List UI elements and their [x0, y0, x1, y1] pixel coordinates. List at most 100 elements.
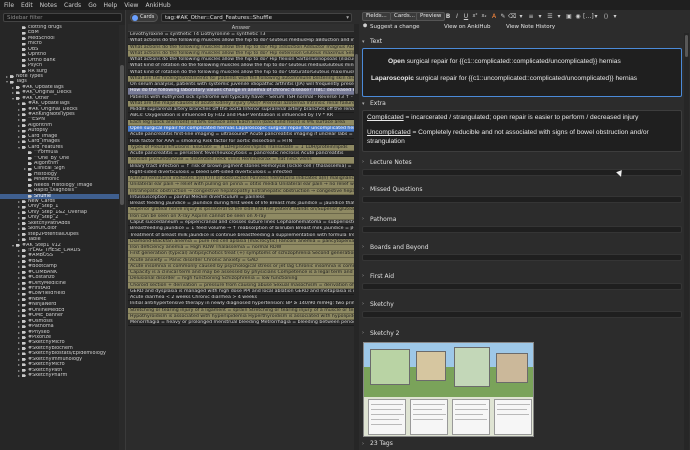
scrollbar-thumb[interactable]: [120, 65, 124, 205]
chevron-down-icon[interactable]: ▾: [362, 37, 370, 47]
bold-icon[interactable]: B: [444, 12, 452, 21]
chevron-down-icon[interactable]: ▾: [6, 79, 10, 84]
lecture-notes-field-header[interactable]: › Lecture Notes: [362, 158, 682, 167]
cloze-icon[interactable]: […]: [583, 12, 594, 21]
sidebar-tree-item[interactable]: ▸ #SketchyPharm: [0, 373, 119, 378]
doc-line: [371, 414, 404, 415]
tag-icon: [22, 238, 26, 242]
cards-notes-toggle[interactable]: Cards: [130, 12, 158, 22]
text-color-icon[interactable]: A: [490, 12, 498, 21]
tag-icon: [10, 75, 14, 79]
eraser-icon[interactable]: ⌫: [508, 12, 516, 21]
chevron-down-icon[interactable]: ▾: [346, 14, 351, 21]
table-scrollbar[interactable]: [354, 24, 359, 450]
tags-header[interactable]: › 23 Tags: [362, 439, 682, 449]
table-row[interactable]: Menorrhagia = heavy or prolonged menstru…: [128, 320, 354, 327]
highlight-icon[interactable]: ✎: [499, 12, 507, 21]
missed-questions-field-header[interactable]: › Missed Questions: [362, 185, 682, 194]
tag-icon: [22, 37, 26, 41]
first-aid-field-header[interactable]: › First Aid: [362, 272, 682, 281]
chevron-down-icon[interactable]: ▾: [362, 99, 370, 109]
missed-questions-field-editor[interactable]: [362, 196, 682, 203]
menu-cards[interactable]: Cards: [64, 2, 81, 9]
underline-icon[interactable]: U: [462, 12, 470, 21]
chevron-right-icon[interactable]: ›: [362, 215, 370, 224]
boards-and-beyond-field-editor[interactable]: [362, 254, 682, 261]
tag-icon: [22, 227, 26, 231]
menu-edit[interactable]: Edit: [21, 2, 33, 9]
sketchy-field-editor[interactable]: [362, 311, 682, 318]
extra-field-header[interactable]: ▾ Extra: [362, 99, 682, 109]
tag-icon: [22, 118, 26, 122]
tag-icon: [22, 205, 26, 209]
image-doc-thumb: [452, 399, 490, 435]
chevron-down-icon[interactable]: ▾: [12, 96, 16, 101]
tag-icon: [22, 134, 26, 138]
chevron-down-icon[interactable]: ▾: [517, 12, 525, 21]
menu-go[interactable]: Go: [88, 2, 96, 9]
sidebar-tree-label: #SketchyPharm: [28, 373, 68, 378]
card-table: Answer Levothyroxine = synthetic T4 Liot…: [128, 24, 354, 450]
boards-and-beyond-field-header[interactable]: › Boards and Beyond: [362, 243, 682, 252]
preview-button[interactable]: Preview: [416, 12, 446, 21]
chevron-right-icon[interactable]: ›: [362, 439, 370, 449]
fields-button[interactable]: Fields...: [362, 12, 391, 21]
record-icon[interactable]: ◉: [574, 12, 582, 21]
unordered-list-icon[interactable]: ≡: [527, 12, 535, 21]
italic-icon[interactable]: I: [453, 12, 461, 21]
sidebar-filter-input[interactable]: Sidebar filter: [3, 13, 122, 22]
tag-icon: [22, 107, 26, 111]
cards-button[interactable]: Cards...: [390, 12, 419, 21]
chevron-down-icon[interactable]: ▾: [611, 12, 619, 21]
align-icon[interactable]: ☰: [546, 12, 554, 21]
chevron-right-icon[interactable]: ›: [362, 158, 370, 167]
view-note-history-button[interactable]: View Note History: [506, 23, 555, 31]
chevron-down-icon[interactable]: ▾: [555, 12, 563, 21]
image-icon[interactable]: ▣: [565, 12, 573, 21]
superscript-icon[interactable]: x²: [471, 12, 479, 21]
field-label: Sketchy: [370, 301, 394, 308]
text-field-editor[interactable]: Open surgical repair for {{c1::complicat…: [362, 48, 682, 97]
view-on-ankihub-button[interactable]: View on AnkiHub: [444, 23, 490, 31]
chevron-right-icon[interactable]: ▸: [18, 373, 22, 378]
image-doc-thumb: [368, 399, 406, 435]
extra-field-editor[interactable]: Complicated = incarcerated / strangulate…: [362, 110, 682, 152]
chevron-right-icon[interactable]: ▸: [24, 166, 28, 171]
menu-file[interactable]: File: [4, 2, 14, 9]
scrollbar-thumb[interactable]: [355, 54, 358, 94]
lecture-notes-field-editor[interactable]: [362, 169, 682, 176]
chevron-right-icon[interactable]: ›: [362, 185, 370, 194]
scrollbar-thumb[interactable]: [685, 35, 688, 57]
text-field-header[interactable]: ▾ Text: [362, 37, 682, 47]
menu-notes[interactable]: Notes: [40, 2, 57, 9]
pathoma-field-editor[interactable]: [362, 226, 682, 233]
pathoma-field-header[interactable]: › Pathoma: [362, 215, 682, 224]
chevron-down-icon[interactable]: ▾: [536, 12, 544, 21]
chevron-down-icon[interactable]: ▾: [18, 145, 22, 150]
search-query: tag:#AK_Other::Card_Features::Shuffle: [165, 14, 272, 21]
html-editor-icon[interactable]: ⟨⟩: [602, 12, 610, 21]
chevron-down-icon[interactable]: ▾: [12, 243, 16, 248]
sketchy2-field-header[interactable]: › Sketchy 2: [362, 329, 682, 338]
sketchy-field-header[interactable]: › Sketchy: [362, 300, 682, 309]
tag-icon: [22, 260, 26, 264]
subscript-icon[interactable]: x₂: [480, 12, 488, 21]
search-input[interactable]: tag:#AK_Other::Card_Features::Shuffle ▾: [161, 12, 352, 22]
editor-scrollbar[interactable]: [684, 33, 689, 450]
menu-help[interactable]: Help: [104, 2, 118, 9]
tag-icon: [22, 281, 26, 285]
chevron-right-icon[interactable]: ›: [362, 300, 370, 309]
sketchy-image[interactable]: [363, 342, 534, 437]
first-aid-field-editor[interactable]: [362, 283, 682, 290]
image-panel: [370, 349, 410, 385]
chevron-right-icon[interactable]: ›: [362, 272, 370, 281]
column-header-answer[interactable]: Answer: [128, 24, 354, 32]
suggest-change-button[interactable]: Suggest a change: [370, 23, 419, 31]
menu-view[interactable]: View: [124, 2, 138, 9]
menu-ankihub[interactable]: AnkiHub: [145, 2, 170, 9]
chevron-right-icon[interactable]: ›: [362, 329, 370, 338]
chevron-right-icon[interactable]: ›: [362, 243, 370, 252]
sidebar: Sidebar filter clotting drugs EBM MedSchoo…: [0, 10, 126, 450]
chevron-down-icon[interactable]: ▾: [592, 12, 600, 21]
sidebar-scrollbar[interactable]: [119, 25, 125, 450]
